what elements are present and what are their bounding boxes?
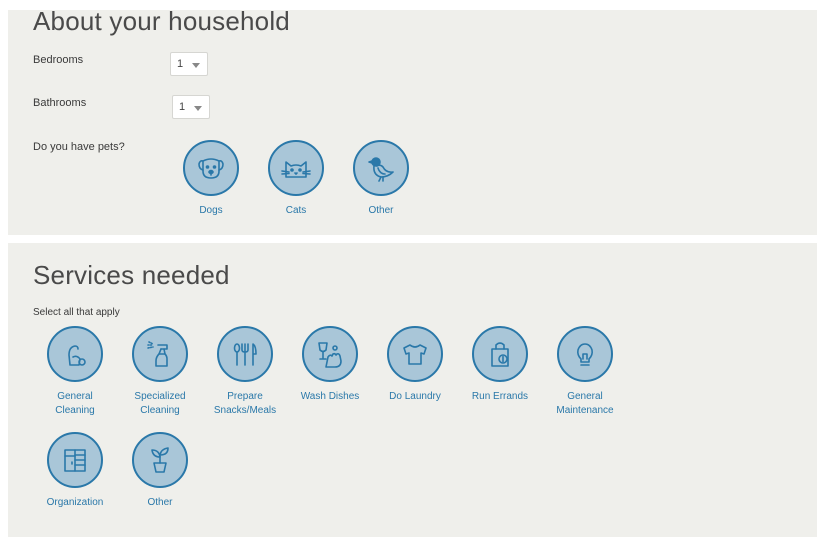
service-label-line2: Snacks/Meals <box>213 405 277 416</box>
wash-dishes-icon <box>302 326 358 382</box>
service-option-other[interactable]: Other <box>125 432 195 510</box>
pet-option-label: Other <box>368 205 394 216</box>
pets-label: Do you have pets? <box>33 141 125 153</box>
service-label-line1: Wash Dishes <box>300 391 360 402</box>
service-label-line2: Maintenance <box>556 405 614 416</box>
service-option-prepare-meals[interactable]: Prepare Snacks/Meals <box>210 326 280 418</box>
bedrooms-value: 1 <box>177 58 184 70</box>
service-label-line2: Cleaning <box>55 405 95 416</box>
service-option-wash-dishes[interactable]: Wash Dishes <box>295 326 365 404</box>
chevron-down-icon <box>194 106 202 111</box>
bedrooms-label: Bedrooms <box>33 54 84 66</box>
cabinet-icon <box>47 432 103 488</box>
service-label-line1: Run Errands <box>471 391 529 402</box>
pet-option-other[interactable]: Other <box>346 140 416 218</box>
services-subtitle: Select all that apply <box>33 307 120 318</box>
spray-bottle-icon <box>132 326 188 382</box>
service-label-line2: Cleaning <box>140 405 180 416</box>
cleaning-icon <box>47 326 103 382</box>
utensils-icon <box>217 326 273 382</box>
bird-icon <box>353 140 409 196</box>
service-label-line1: Do Laundry <box>389 391 441 402</box>
chevron-down-icon <box>192 63 200 68</box>
shopping-bag-icon <box>472 326 528 382</box>
service-label-line1: General <box>57 391 93 402</box>
service-option-do-laundry[interactable]: Do Laundry <box>380 326 450 404</box>
cat-icon <box>268 140 324 196</box>
service-option-specialized-cleaning[interactable]: Specialized Cleaning <box>125 326 195 418</box>
service-label-line1: Specialized <box>134 391 186 402</box>
service-label-line1: Prepare <box>227 391 263 402</box>
service-label-line1: General <box>567 391 603 402</box>
service-label-line1: Other <box>147 497 173 508</box>
pet-option-label: Dogs <box>199 205 223 216</box>
pet-option-dogs[interactable]: Dogs <box>176 140 246 218</box>
pet-option-cats[interactable]: Cats <box>261 140 331 218</box>
plant-icon <box>132 432 188 488</box>
shirt-icon <box>387 326 443 382</box>
service-label-line1: Organization <box>46 497 104 508</box>
household-title: About your household <box>33 6 290 36</box>
pet-option-label: Cats <box>285 205 307 216</box>
bathrooms-label: Bathrooms <box>33 97 87 109</box>
service-option-run-errands[interactable]: Run Errands <box>465 326 535 404</box>
household-panel: About your household Bedrooms 1 Bathroom… <box>8 6 817 235</box>
services-title: Services needed <box>33 260 230 290</box>
lightbulb-icon <box>557 326 613 382</box>
service-option-organization[interactable]: Organization <box>40 432 110 510</box>
bathrooms-value: 1 <box>179 101 186 113</box>
bedrooms-select[interactable]: 1 <box>170 52 208 76</box>
services-panel: Services needed Select all that apply Ge… <box>8 243 817 537</box>
bathrooms-select[interactable]: 1 <box>172 95 210 119</box>
dog-icon <box>183 140 239 196</box>
service-option-general-maintenance[interactable]: General Maintenance <box>550 326 620 418</box>
service-option-general-cleaning[interactable]: General Cleaning <box>40 326 110 418</box>
